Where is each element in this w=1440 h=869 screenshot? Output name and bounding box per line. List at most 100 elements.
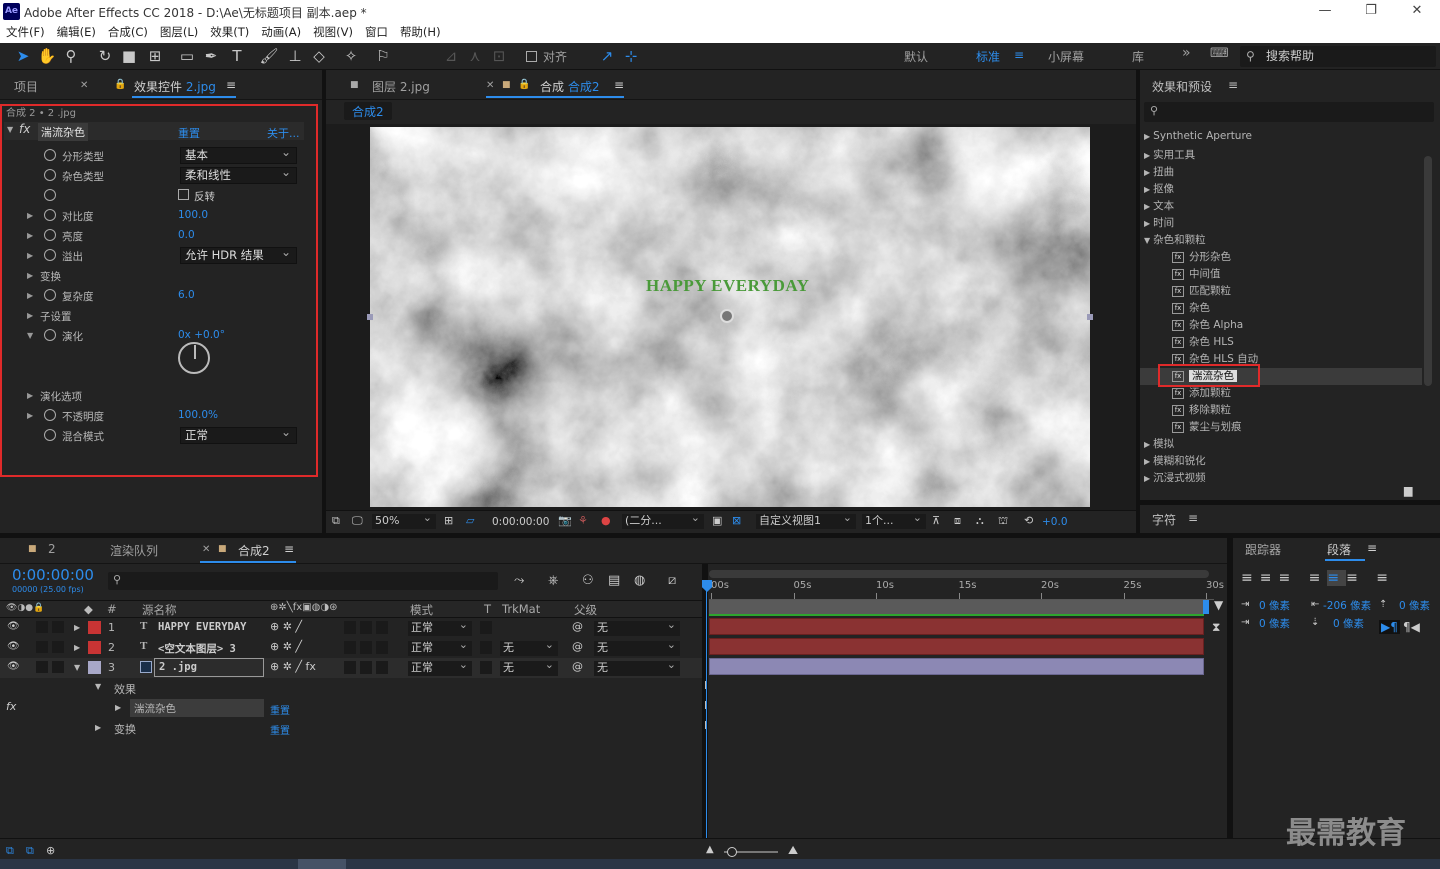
layer-switches-icon[interactable]: ⊕ ✲ ╱ [270,620,302,633]
time-ruler[interactable]: 00s 05s 10s 15s 20s 25s 30s [709,580,1224,600]
pick-whip-icon[interactable]: @ [572,660,583,673]
menu-animation[interactable]: 动画(A) [261,23,301,43]
solo-switch[interactable] [36,641,48,653]
draft-3d-icon[interactable]: ⎈ [548,573,558,588]
clone-stamp-tool-icon[interactable]: ⊥ [284,45,306,67]
category-expand-icon[interactable]: ▶ [1144,202,1150,211]
effect-item[interactable]: fx 杂色 [1172,300,1210,317]
rtl-direction-icon[interactable]: ¶◀ [1403,620,1420,634]
pick-whip-icon[interactable]: @ [572,640,583,653]
viewer-canvas[interactable]: HAPPY EVERYDAY [326,124,1136,510]
layer-switches-icon[interactable]: ⊕ ✲ ╱ [270,640,302,653]
layer-search-input[interactable]: ⚲ [108,572,498,590]
tab-comp-2[interactable]: 2 [48,542,56,556]
tab-layer[interactable]: 图层 2.jpg [372,78,430,95]
timeline-flow-icon[interactable]: ⛬ [976,514,984,528]
space-after-value[interactable]: 0 像素 [1333,616,1364,631]
effect-item[interactable]: fx 蒙尘与划痕 [1172,419,1242,436]
viewer-timecode[interactable]: 0:00:00:00 [492,516,549,528]
layer-1-bar[interactable] [709,618,1204,635]
effect-item[interactable]: fx 分形杂色 [1172,249,1231,266]
shy-layers-icon[interactable]: ⚇ [582,573,594,588]
snap-feature-icon[interactable]: ⊹ [620,45,642,67]
local-axis-icon[interactable]: ⊿ [440,45,462,67]
lock-switch[interactable] [52,621,64,633]
indent-right-value[interactable]: 0 像素 [1259,616,1290,631]
layer-row[interactable]: 👁 ▶ 1 T HAPPY EVERYDAY ⊕ ✲ ╱ 正常 @ 无 [0,618,702,638]
comp-marker-bin-icon[interactable]: ▼ [1214,598,1223,612]
indent-left-value[interactable]: 0 像素 [1259,598,1290,613]
hand-tool-icon[interactable]: ✋ [36,45,58,67]
reset-exposure-icon[interactable]: ⟲ [1024,514,1033,527]
sync-icon[interactable]: ⌨ [1210,46,1229,61]
menu-effect[interactable]: 效果(T) [210,23,249,43]
view-select[interactable]: 自定义视图1 [756,511,856,529]
timeline-menu-icon[interactable]: ≡ [284,542,294,556]
pan-behind-tool-icon[interactable]: ⊞ [144,45,166,67]
time-navigator[interactable] [709,570,1209,578]
effects-search-input[interactable]: ⚲ [1144,102,1434,122]
visibility-eye-icon[interactable]: 👁 [7,661,20,672]
effect-category[interactable]: ▶ 实用工具 [1144,147,1195,164]
views-layout-select[interactable]: 1个... [862,511,926,529]
workspace-standard[interactable]: 标准 [976,48,1000,65]
effects-scrollbar[interactable] [1424,156,1432,386]
menu-edit[interactable]: 编辑(E) [57,23,96,43]
category-expand-icon[interactable]: ▶ [1144,185,1150,194]
fx-row-icon[interactable]: fx [6,700,16,713]
maximize-button[interactable]: ❐ [1348,0,1394,23]
show-snapshot-icon[interactable]: ⚘ [578,514,588,527]
layer-name[interactable]: <空文本图层> 3 [158,641,236,656]
snap-edge-icon[interactable]: ↗ [596,45,618,67]
channel-icon[interactable]: ● [601,514,611,527]
layer-row[interactable]: 👁 ▼ 3 2 .jpg ⊕ ✲ ╱ fx 正常 无 @ 无 [0,658,702,678]
space-before-value[interactable]: 0 像素 [1399,598,1430,613]
label-color-swatch[interactable] [88,621,101,634]
close-tab-icon[interactable]: ✕ [80,80,88,91]
transform-handle[interactable] [1087,314,1093,320]
lock-switch[interactable] [52,641,64,653]
playhead-line[interactable] [706,590,707,860]
transfer-controls-icon[interactable]: ⧉ [26,844,34,858]
motion-blur-icon[interactable]: ◍ [634,573,645,588]
flowchart-icon[interactable]: ⛫ [998,514,1008,529]
tab-tracker[interactable]: 跟踪器 [1245,541,1281,558]
category-expand-icon[interactable]: ▶ [1144,219,1150,228]
resolution-select[interactable]: (二分... [622,511,704,529]
effect-category[interactable]: ▶ 模糊和锐化 [1144,453,1206,470]
preserve-transparency-switch[interactable] [480,641,492,654]
graph-editor-icon[interactable]: ⧄ [668,573,676,588]
comp-mini-flowchart-icon[interactable]: ⤳ [514,573,524,588]
tab-project[interactable]: 项目 [14,78,38,95]
effect-category[interactable]: ▶ 沉浸式视频 [1144,470,1206,482]
category-expand-icon[interactable]: ▶ [1144,132,1150,141]
effect-name-cell[interactable]: 湍流杂色 [130,699,264,717]
workspace-libraries[interactable]: 库 [1132,48,1144,65]
layer-expand-icon[interactable]: ▶ [74,623,80,632]
solo-switch[interactable] [36,661,48,673]
brush-tool-icon[interactable]: 🖌 [258,45,280,67]
indent-first-value[interactable]: -206 像素 [1323,598,1371,613]
effect-category[interactable]: ▶ 文本 [1144,198,1174,215]
transparency-grid-icon[interactable]: ⊠ [732,514,741,527]
transform-handle[interactable] [367,314,373,320]
category-expand-icon[interactable]: ▶ [1144,474,1150,482]
effect-category[interactable]: ▼ 杂色和颗粒 [1144,232,1206,249]
effect-category[interactable]: ▶ 时间 [1144,215,1174,232]
new-folder-icon[interactable]: ▆ [1404,484,1412,497]
parent-select[interactable]: 无 [594,638,680,656]
menu-layer[interactable]: 图层(L) [160,23,198,43]
tab-effect-controls[interactable]: 效果控件 2.jpg [134,78,216,95]
menu-window[interactable]: 窗口 [365,23,388,43]
selection-tool-icon[interactable]: ➤ [12,45,34,67]
layer-name[interactable]: HAPPY EVERYDAY [158,621,247,633]
close-comp-tab-icon[interactable]: ✕ [486,80,494,91]
visibility-eye-icon[interactable]: 👁 [7,621,20,632]
effect-item[interactable]: fx 匹配颗粒 [1172,283,1231,300]
zoom-slider-thumb[interactable] [727,847,737,857]
category-expand-icon[interactable]: ▶ [1144,151,1150,160]
layer-switches-icon[interactable]: ⧉ [6,844,14,858]
puppet-tool-icon[interactable]: ⚐ [372,45,394,67]
preserve-transparency-switch[interactable] [480,621,492,634]
layer-row[interactable]: 👁 ▶ 2 T <空文本图层> 3 ⊕ ✲ ╱ 正常 无 @ 无 [0,638,702,658]
